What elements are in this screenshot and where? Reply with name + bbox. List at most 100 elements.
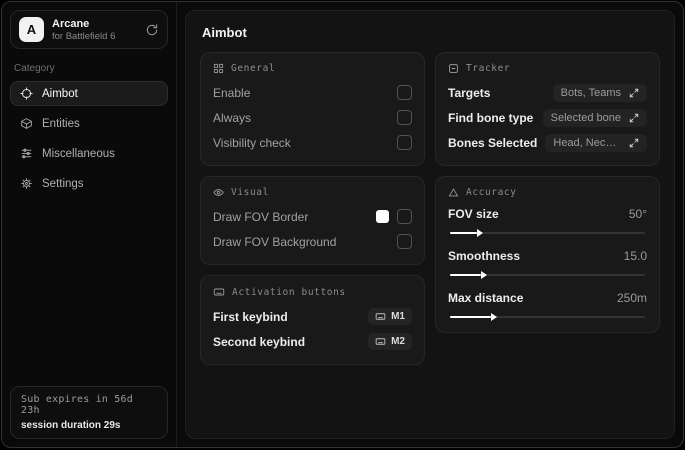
enable-checkbox[interactable] bbox=[397, 85, 412, 100]
setting-row: Always bbox=[213, 105, 412, 130]
tracker-card-title: Tracker bbox=[466, 63, 511, 74]
sub-expires-text: Sub expires in 56d 23h bbox=[21, 394, 133, 416]
sidebar-item-settings[interactable]: Settings bbox=[10, 171, 168, 196]
right-column: Tracker Targets Bots, Teams Find bone ty… bbox=[435, 52, 660, 375]
general-card-title: General bbox=[231, 63, 276, 74]
expand-icon bbox=[629, 88, 639, 98]
expand-icon bbox=[629, 138, 639, 148]
keyboard-icon bbox=[375, 336, 386, 347]
sidebar: A Arcane for Battlefield 6 Category Aimb… bbox=[2, 2, 177, 447]
setting-row: Enable bbox=[213, 80, 412, 105]
setting-label: First keybind bbox=[213, 309, 288, 324]
max-distance-value: 250m bbox=[616, 291, 647, 305]
accuracy-card-header: Accuracy bbox=[448, 187, 647, 198]
keybind-value: M1 bbox=[391, 311, 405, 322]
setting-row: Find bone type Selected bone bbox=[448, 105, 647, 130]
session-duration-text: session duration 29s bbox=[21, 420, 121, 431]
fov-border-color-swatch[interactable] bbox=[376, 210, 389, 223]
tracker-card-header: Tracker bbox=[448, 63, 647, 74]
smoothness-value: 15.0 bbox=[623, 249, 647, 263]
sidebar-item-aimbot[interactable]: Aimbot bbox=[10, 81, 168, 106]
setting-row: Draw FOV Background bbox=[213, 229, 412, 254]
category-label: Category bbox=[14, 63, 55, 74]
subscription-card: Sub expires in 56d 23h session duration … bbox=[10, 386, 168, 439]
setting-row: First keybind M1 bbox=[213, 304, 412, 329]
activation-card-header: Activation buttons bbox=[213, 286, 412, 298]
dropdown-value: Head, Neck, Body, Pe.. bbox=[553, 136, 621, 149]
slider-fill bbox=[450, 232, 478, 234]
page-title: Aimbot bbox=[202, 25, 247, 40]
keyboard-icon bbox=[375, 311, 386, 322]
sidebar-item-label: Settings bbox=[42, 177, 84, 190]
refresh-icon[interactable] bbox=[145, 23, 159, 37]
entities-icon bbox=[20, 117, 33, 130]
visibility-check-checkbox[interactable] bbox=[397, 135, 412, 150]
setting-row: Bones Selected Head, Neck, Body, Pe.. bbox=[448, 130, 647, 155]
slider-fill bbox=[450, 316, 491, 318]
sidebar-item-label: Miscellaneous bbox=[42, 147, 115, 160]
general-card-header: General bbox=[213, 63, 412, 74]
tracker-card: Tracker Targets Bots, Teams Find bone ty… bbox=[435, 52, 660, 166]
max-distance-slider[interactable] bbox=[450, 316, 645, 318]
dropdown-value: Bots, Teams bbox=[560, 86, 621, 99]
app-header-card: A Arcane for Battlefield 6 bbox=[10, 10, 168, 49]
first-keybind-button[interactable]: M1 bbox=[368, 308, 412, 325]
sidebar-item-label: Entities bbox=[42, 117, 80, 130]
fov-size-slider[interactable] bbox=[450, 232, 645, 234]
visual-card: Visual Draw FOV Border Draw FOV Backgrou… bbox=[200, 176, 425, 265]
expand-icon bbox=[629, 113, 639, 123]
dropdown-value: Selected bone bbox=[550, 111, 621, 124]
accuracy-card: Accuracy FOV size 50° Smoothness 15.0 Ma… bbox=[435, 176, 660, 333]
second-keybind-button[interactable]: M2 bbox=[368, 333, 412, 350]
app-logo: A bbox=[19, 17, 44, 42]
app-subtitle: for Battlefield 6 bbox=[52, 30, 116, 42]
fov-size-group: FOV size 50° bbox=[448, 204, 647, 234]
smoothness-group: Smoothness 15.0 bbox=[448, 246, 647, 276]
setting-label: Enable bbox=[213, 85, 251, 100]
bones-selected-dropdown[interactable]: Head, Neck, Body, Pe.. bbox=[545, 133, 647, 152]
sliders-icon bbox=[20, 147, 33, 160]
crosshair-icon bbox=[20, 87, 33, 100]
always-checkbox[interactable] bbox=[397, 110, 412, 125]
visual-card-header: Visual bbox=[213, 187, 412, 198]
grid-icon bbox=[213, 63, 224, 74]
activation-card: Activation buttons First keybind M1 Seco… bbox=[200, 275, 425, 365]
slider-fill bbox=[450, 274, 482, 276]
setting-label: Second keybind bbox=[213, 334, 306, 349]
setting-label: Always bbox=[213, 110, 252, 125]
setting-label: FOV size bbox=[448, 207, 499, 221]
setting-row: Targets Bots, Teams bbox=[448, 80, 647, 105]
sidebar-item-miscellaneous[interactable]: Miscellaneous bbox=[10, 141, 168, 166]
square-minus-icon bbox=[448, 63, 459, 74]
setting-label: Smoothness bbox=[448, 249, 521, 263]
max-distance-group: Max distance 250m bbox=[448, 288, 647, 318]
app-meta: Arcane for Battlefield 6 bbox=[52, 18, 137, 42]
setting-label: Draw FOV Border bbox=[213, 209, 309, 224]
setting-label: Targets bbox=[448, 85, 491, 100]
smoothness-slider[interactable] bbox=[450, 274, 645, 276]
eye-icon bbox=[213, 187, 224, 198]
find-bone-type-dropdown[interactable]: Selected bone bbox=[542, 108, 647, 127]
left-column: General Enable Always Visibility check V… bbox=[200, 52, 425, 375]
draw-fov-background-checkbox[interactable] bbox=[397, 234, 412, 249]
setting-row: Draw FOV Border bbox=[213, 204, 412, 229]
sidebar-item-entities[interactable]: Entities bbox=[10, 111, 168, 136]
accuracy-card-title: Accuracy bbox=[466, 187, 517, 198]
setting-label: Max distance bbox=[448, 291, 524, 305]
sidebar-item-label: Aimbot bbox=[42, 87, 78, 100]
gear-icon bbox=[20, 177, 33, 190]
setting-row: Second keybind M2 bbox=[213, 329, 412, 354]
draw-fov-border-checkbox[interactable] bbox=[397, 209, 412, 224]
triangle-icon bbox=[448, 187, 459, 198]
keyboard-icon bbox=[213, 286, 225, 298]
setting-row: Visibility check bbox=[213, 130, 412, 155]
setting-label: Draw FOV Background bbox=[213, 234, 337, 249]
app-name: Arcane bbox=[52, 17, 90, 30]
main-panel: Aimbot General Enable Always Visibility … bbox=[185, 10, 675, 439]
general-card: General Enable Always Visibility check bbox=[200, 52, 425, 166]
setting-label: Visibility check bbox=[213, 135, 291, 150]
setting-label: Find bone type bbox=[448, 110, 534, 125]
setting-label: Bones Selected bbox=[448, 135, 538, 150]
targets-dropdown[interactable]: Bots, Teams bbox=[552, 83, 647, 102]
fov-size-value: 50° bbox=[628, 207, 647, 221]
